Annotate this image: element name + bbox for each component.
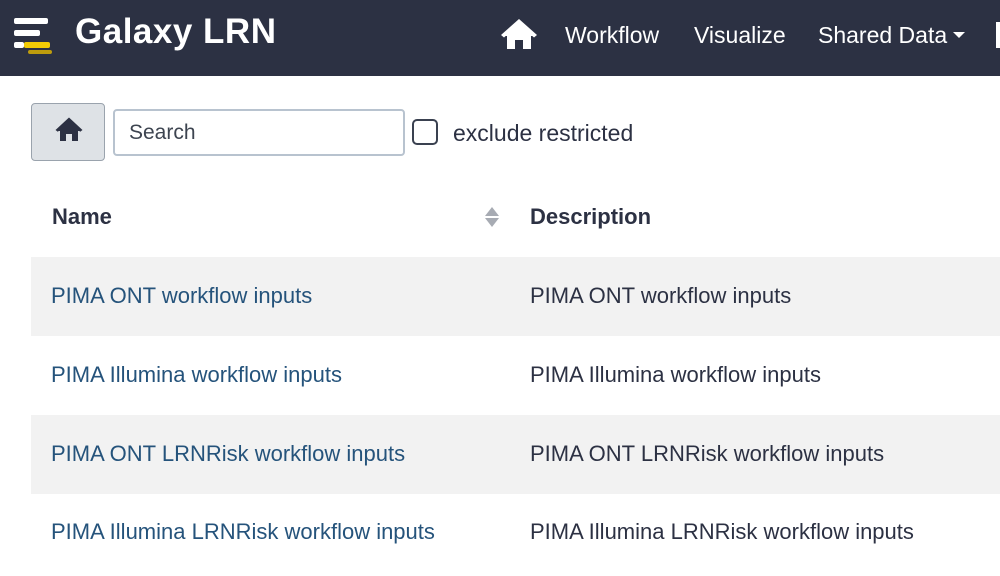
dataset-link[interactable]: PIMA Illumina workflow inputs — [51, 360, 342, 390]
brand-title[interactable]: Galaxy LRN — [75, 12, 276, 52]
dataset-description: PIMA Illumina LRNRisk workflow inputs — [530, 519, 914, 544]
dataset-link[interactable]: PIMA ONT LRNRisk workflow inputs — [51, 439, 405, 469]
nav-workflow[interactable]: Workflow — [565, 20, 659, 50]
home-icon — [55, 117, 83, 141]
dataset-link[interactable]: PIMA ONT workflow inputs — [51, 281, 312, 311]
galaxy-logo-icon[interactable] — [12, 16, 56, 56]
nav-visualize[interactable]: Visualize — [694, 20, 786, 50]
search-input[interactable] — [113, 109, 405, 156]
dataset-description: PIMA ONT workflow inputs — [530, 283, 792, 308]
sort-icon[interactable] — [484, 205, 500, 229]
dataset-description: PIMA ONT LRNRisk workflow inputs — [530, 441, 885, 466]
table-row: PIMA ONT LRNRisk workflow inputs PIMA ON… — [31, 415, 1000, 494]
home-icon[interactable] — [500, 18, 538, 52]
column-header-description[interactable]: Description — [530, 202, 651, 232]
column-header-name[interactable]: Name — [52, 202, 112, 232]
caret-down-icon — [953, 31, 966, 38]
table-row: PIMA ONT workflow inputs PIMA ONT workfl… — [31, 257, 1000, 336]
table-row: PIMA Illumina workflow inputs PIMA Illum… — [31, 336, 1000, 415]
table-row: PIMA Illumina LRNRisk workflow inputs PI… — [31, 493, 1000, 572]
nav-shared-data-label: Shared Data — [818, 22, 948, 48]
nav-shared-data[interactable]: Shared Data — [818, 20, 966, 50]
dataset-link[interactable]: PIMA Illumina LRNRisk workflow inputs — [51, 517, 435, 547]
nav-overflow-edge — [996, 22, 1000, 48]
home-button[interactable] — [31, 103, 105, 161]
exclude-restricted-label[interactable]: exclude restricted — [453, 118, 633, 148]
dataset-description: PIMA Illumina workflow inputs — [530, 362, 821, 387]
navbar: Galaxy LRN Workflow Visualize Shared Dat… — [0, 0, 1000, 76]
exclude-restricted-checkbox[interactable] — [412, 119, 438, 145]
